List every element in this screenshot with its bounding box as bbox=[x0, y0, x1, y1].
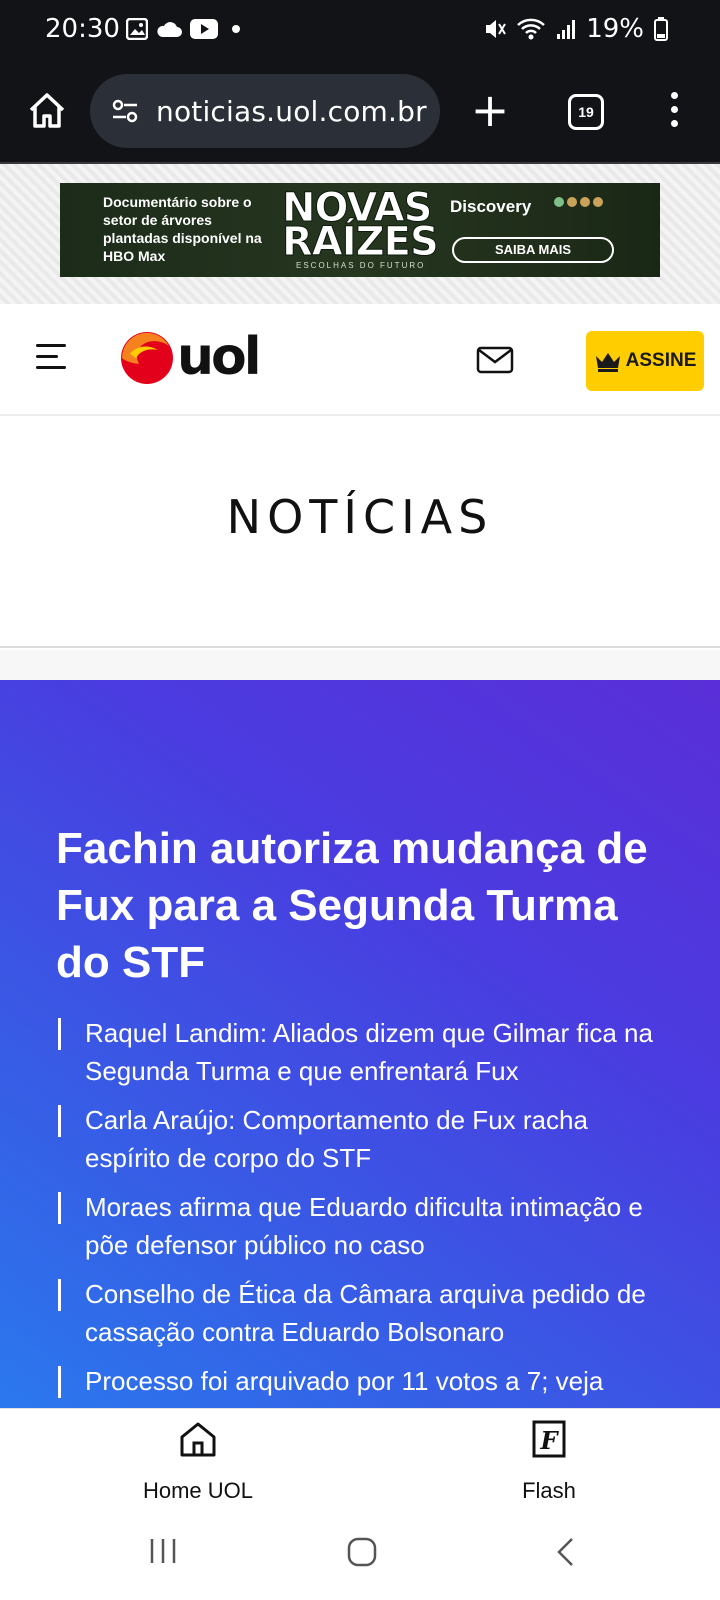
nav-label: Home UOL bbox=[142, 1478, 254, 1503]
status-bar: 20:30 19% bbox=[0, 0, 720, 66]
hero-card: Fachin autoriza mudança de Fux para a Se… bbox=[0, 680, 720, 1408]
battery-icon bbox=[654, 17, 668, 41]
more-icon[interactable] bbox=[666, 92, 682, 132]
uol-logo[interactable]: uol bbox=[120, 326, 280, 386]
svg-text:F: F bbox=[539, 1426, 559, 1455]
home-icon bbox=[180, 1422, 216, 1457]
image-icon bbox=[126, 18, 148, 40]
battery-percent: 19% bbox=[586, 14, 644, 44]
home-icon[interactable] bbox=[26, 90, 68, 132]
wifi-icon bbox=[517, 18, 546, 40]
signal-icon bbox=[557, 20, 576, 39]
ad-title: NOVAS RAÍZES bbox=[282, 185, 440, 265]
ad-banner[interactable]: Documentário sobre o setor de árvores pl… bbox=[60, 183, 660, 277]
related-link[interactable]: Carla Araújo: Comportamento de Fux racha… bbox=[58, 1101, 678, 1177]
site-header: uol ASSINE bbox=[0, 304, 720, 416]
url-text[interactable]: noticias.uol.com.br bbox=[156, 95, 427, 128]
cloud-icon bbox=[157, 22, 182, 37]
related-link[interactable]: Processo foi arquivado por 11 votos a 7;… bbox=[58, 1362, 678, 1400]
status-time: 20:30 bbox=[45, 14, 120, 44]
back-icon[interactable] bbox=[554, 1536, 576, 1568]
related-links: Raquel Landim: Aliados dizem que Gilmar … bbox=[58, 1014, 678, 1408]
nav-flash[interactable]: F Flash bbox=[459, 1419, 639, 1504]
hero-headline[interactable]: Fachin autoriza mudança de Fux para a Se… bbox=[56, 820, 666, 991]
nav-label: Flash bbox=[522, 1478, 576, 1503]
mail-icon[interactable] bbox=[476, 346, 514, 374]
new-tab-icon[interactable]: + bbox=[470, 86, 510, 136]
related-link[interactable]: Conselho de Ética da Câmara arquiva pedi… bbox=[58, 1275, 678, 1351]
notification-icons bbox=[126, 18, 246, 40]
ad-subtitle: ESCOLHAS DO FUTURO bbox=[296, 261, 426, 270]
bottom-nav: Home UOL F Flash bbox=[0, 1408, 720, 1510]
system-status: 19% bbox=[484, 14, 668, 44]
ad-left-text: Documentário sobre o setor de árvores pl… bbox=[103, 194, 262, 264]
logo-text: uol bbox=[177, 327, 259, 386]
related-link[interactable]: Moraes afirma que Eduardo dificulta inti… bbox=[58, 1188, 678, 1264]
dot-icon bbox=[232, 25, 240, 33]
site-settings-icon[interactable] bbox=[110, 96, 140, 126]
divider bbox=[0, 650, 720, 680]
browser-toolbar: noticias.uol.com.br + 19 bbox=[0, 66, 720, 164]
related-link[interactable]: Raquel Landim: Aliados dizem que Gilmar … bbox=[58, 1014, 678, 1090]
assine-button[interactable]: ASSINE bbox=[586, 331, 704, 391]
nav-home-uol[interactable]: Home UOL bbox=[108, 1419, 288, 1504]
assine-label: ASSINE bbox=[625, 350, 697, 371]
mute-icon bbox=[486, 20, 507, 38]
ad-brand-dots-icon bbox=[554, 197, 603, 207]
hamburger-menu-icon[interactable] bbox=[36, 344, 66, 374]
youtube-icon bbox=[190, 19, 218, 39]
ad-brand: Discovery bbox=[450, 197, 532, 216]
ad-cta-button[interactable]: SAIBA MAIS bbox=[452, 237, 614, 263]
section-header: NOTÍCIAS bbox=[0, 418, 720, 648]
page-title: NOTÍCIAS bbox=[226, 490, 494, 544]
system-nav-bar bbox=[0, 1510, 720, 1600]
flash-f-icon: F bbox=[532, 1420, 566, 1458]
address-bar[interactable]: noticias.uol.com.br bbox=[90, 74, 440, 148]
tabs-icon[interactable]: 19 bbox=[568, 94, 604, 130]
crown-icon bbox=[595, 353, 620, 372]
recents-icon[interactable] bbox=[148, 1536, 178, 1566]
home-button-icon[interactable] bbox=[346, 1536, 378, 1568]
ad-container: Documentário sobre o setor de árvores pl… bbox=[0, 164, 720, 304]
